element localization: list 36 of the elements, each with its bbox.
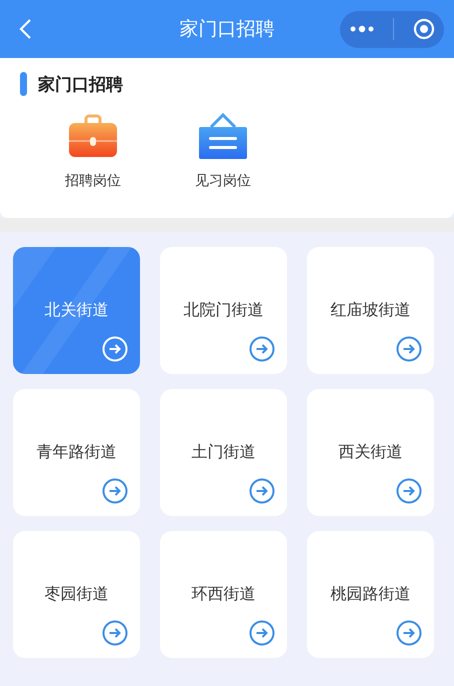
street-name: 土门街道: [192, 442, 256, 463]
arrow-right-icon[interactable]: [396, 478, 422, 504]
arrow-right-icon[interactable]: [249, 336, 275, 362]
category-label[interactable]: 见习岗位: [195, 172, 251, 190]
street-name: 西关街道: [338, 442, 402, 463]
street-name: 红庙坡街道: [330, 300, 410, 321]
window-title: 家门口招聘: [178, 17, 276, 42]
street-name: 枣园街道: [44, 584, 108, 605]
arrow-right-icon[interactable]: [102, 478, 128, 504]
street-card[interactable]: 环西街道: [160, 531, 287, 658]
street-card[interactable]: 桃园路街道: [307, 531, 434, 658]
street-card[interactable]: 青年路街道: [13, 389, 140, 516]
signboard-icon[interactable]: [199, 112, 247, 160]
back-icon[interactable]: [18, 18, 32, 40]
street-card[interactable]: 西关街道: [307, 389, 434, 516]
street-card[interactable]: 北院门街道: [160, 247, 287, 374]
arrow-right-icon[interactable]: [396, 336, 422, 362]
street-card[interactable]: 枣园街道: [13, 531, 140, 658]
category-label[interactable]: 招聘岗位: [65, 172, 121, 190]
street-name: 北院门街道: [184, 300, 264, 321]
arrow-right-icon[interactable]: [102, 620, 128, 646]
briefcase-icon[interactable]: [69, 112, 117, 160]
arrow-right-icon[interactable]: [249, 620, 275, 646]
street-card[interactable]: 红庙坡街道: [307, 247, 434, 374]
street-name: 北关街道: [44, 300, 108, 321]
close-icon[interactable]: [412, 18, 434, 40]
accent-bar: [20, 72, 27, 96]
street-card[interactable]: 北关街道: [13, 247, 140, 374]
section-title: 家门口招聘: [38, 74, 123, 96]
arrow-right-icon[interactable]: [396, 620, 422, 646]
street-card[interactable]: 土门街道: [160, 389, 287, 516]
street-name: 桃园路街道: [330, 584, 410, 605]
more-icon[interactable]: [350, 25, 374, 33]
street-name: 环西街道: [192, 584, 256, 605]
street-name: 青年路街道: [36, 442, 116, 463]
arrow-right-icon[interactable]: [249, 478, 275, 504]
